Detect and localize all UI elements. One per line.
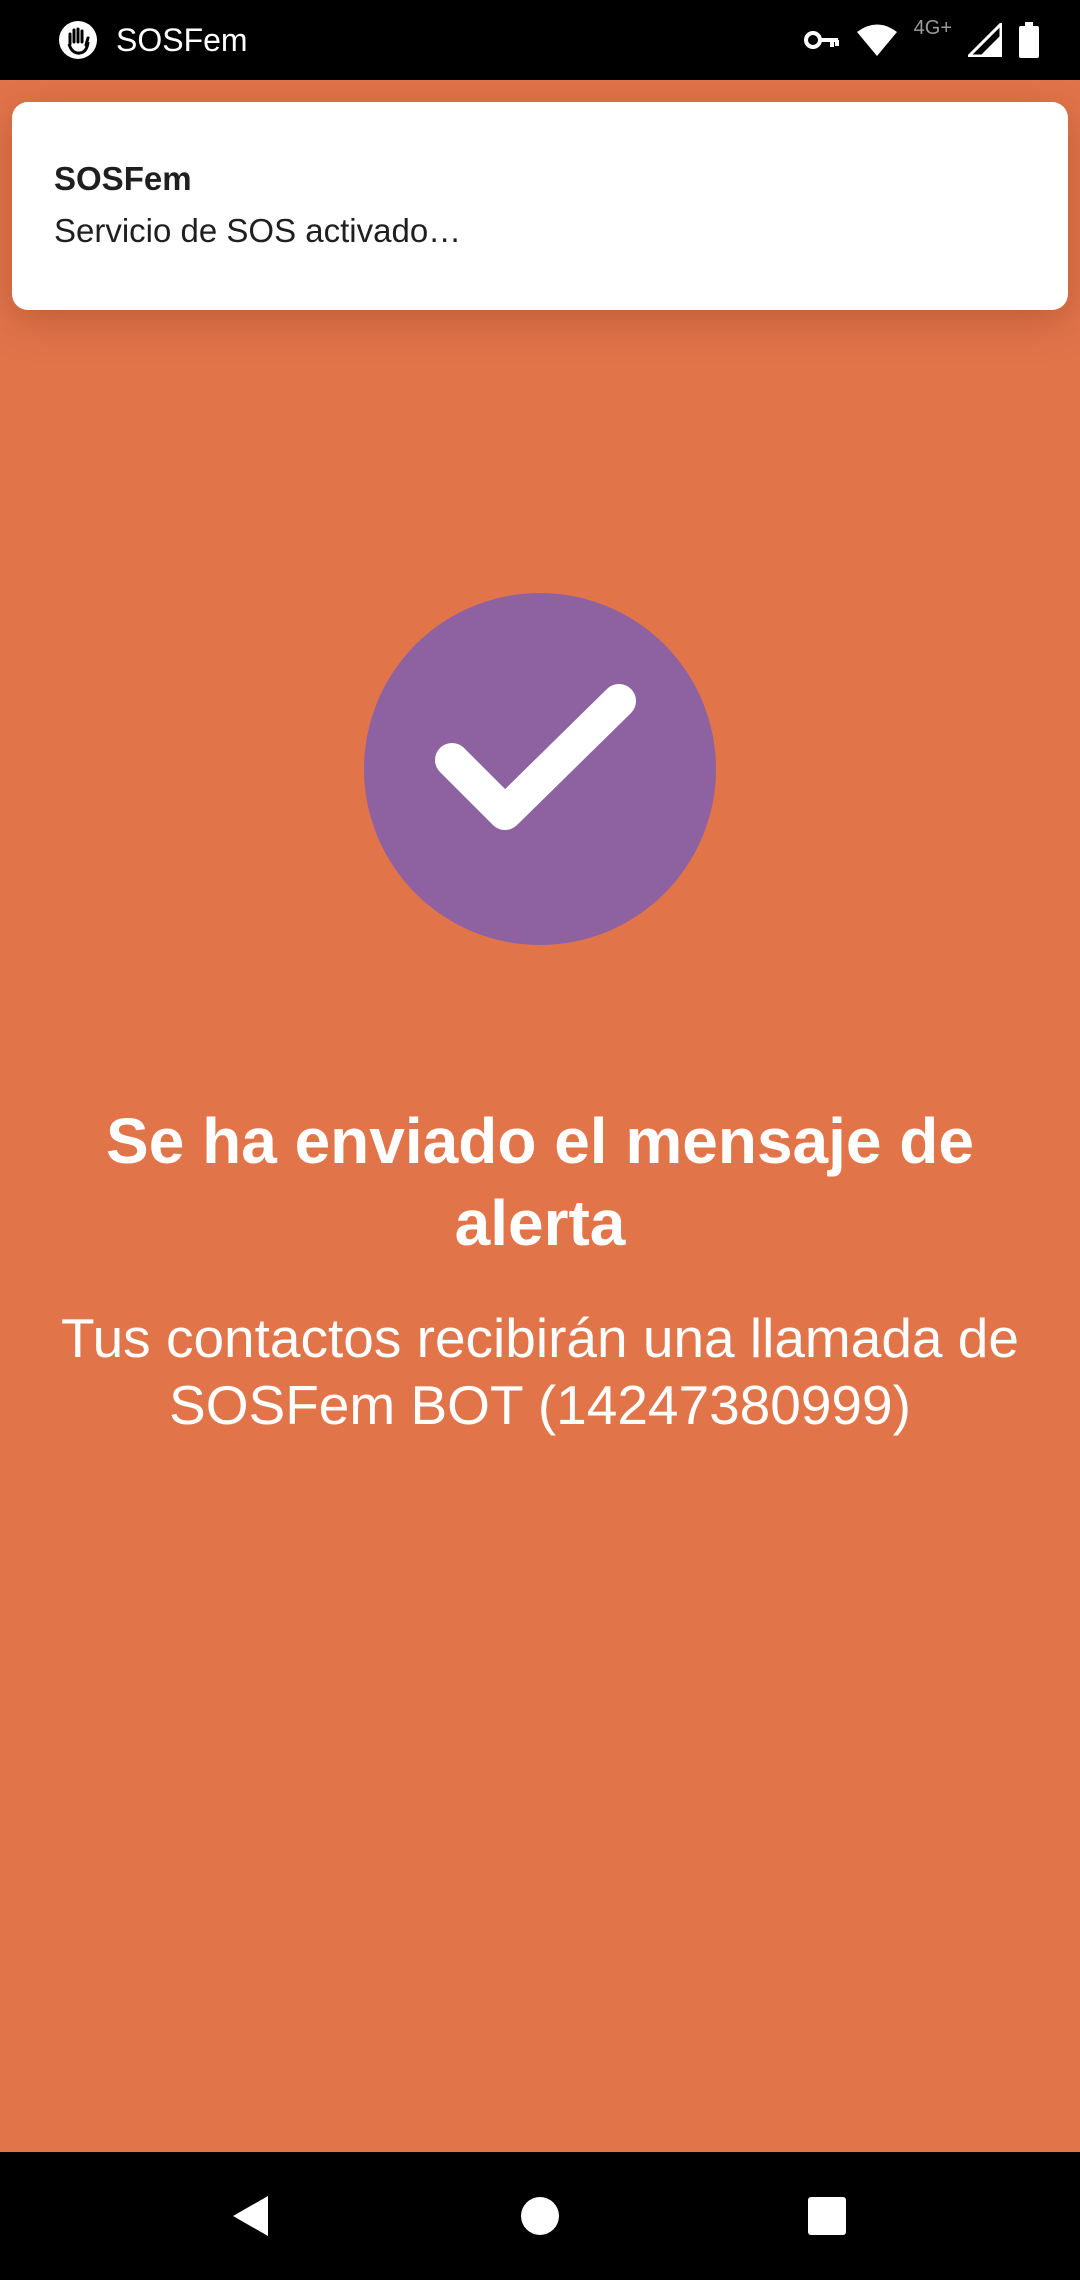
notification-card[interactable]: SOSFem Servicio de SOS activado…: [12, 102, 1068, 310]
notification-text: Servicio de SOS activado…: [54, 212, 462, 249]
contacts-call-message: Tus contactos recibirán una llamada de S…: [61, 1307, 1019, 1436]
recents-button[interactable]: [767, 2152, 887, 2280]
recents-icon: [808, 2197, 846, 2235]
key-icon: [803, 31, 839, 49]
status-app-name: SOSFem: [116, 22, 248, 58]
back-button[interactable]: [190, 2152, 310, 2280]
back-icon: [233, 2196, 268, 2236]
status-icons: 4G+: [803, 16, 1040, 62]
signal-icon: [968, 23, 1002, 57]
hand-icon: [59, 21, 97, 59]
home-icon: [521, 2197, 559, 2235]
wifi-icon: [856, 24, 897, 56]
sos-confirmation-screen: SOSFem Servicio de SOS activado… Se ha e…: [0, 80, 1080, 2152]
alert-sent-heading: Se ha enviado el mensaje de alerta: [106, 1105, 974, 1259]
status-bar: SOSFem 4G+: [0, 0, 1080, 80]
checkmark-icon: [435, 684, 636, 830]
notification-title: SOSFem: [54, 160, 192, 197]
success-circle: [364, 593, 716, 945]
network-label: 4G+: [913, 16, 952, 39]
home-button[interactable]: [480, 2152, 600, 2280]
navigation-bar: [0, 2152, 1080, 2280]
battery-icon: [1019, 22, 1039, 58]
